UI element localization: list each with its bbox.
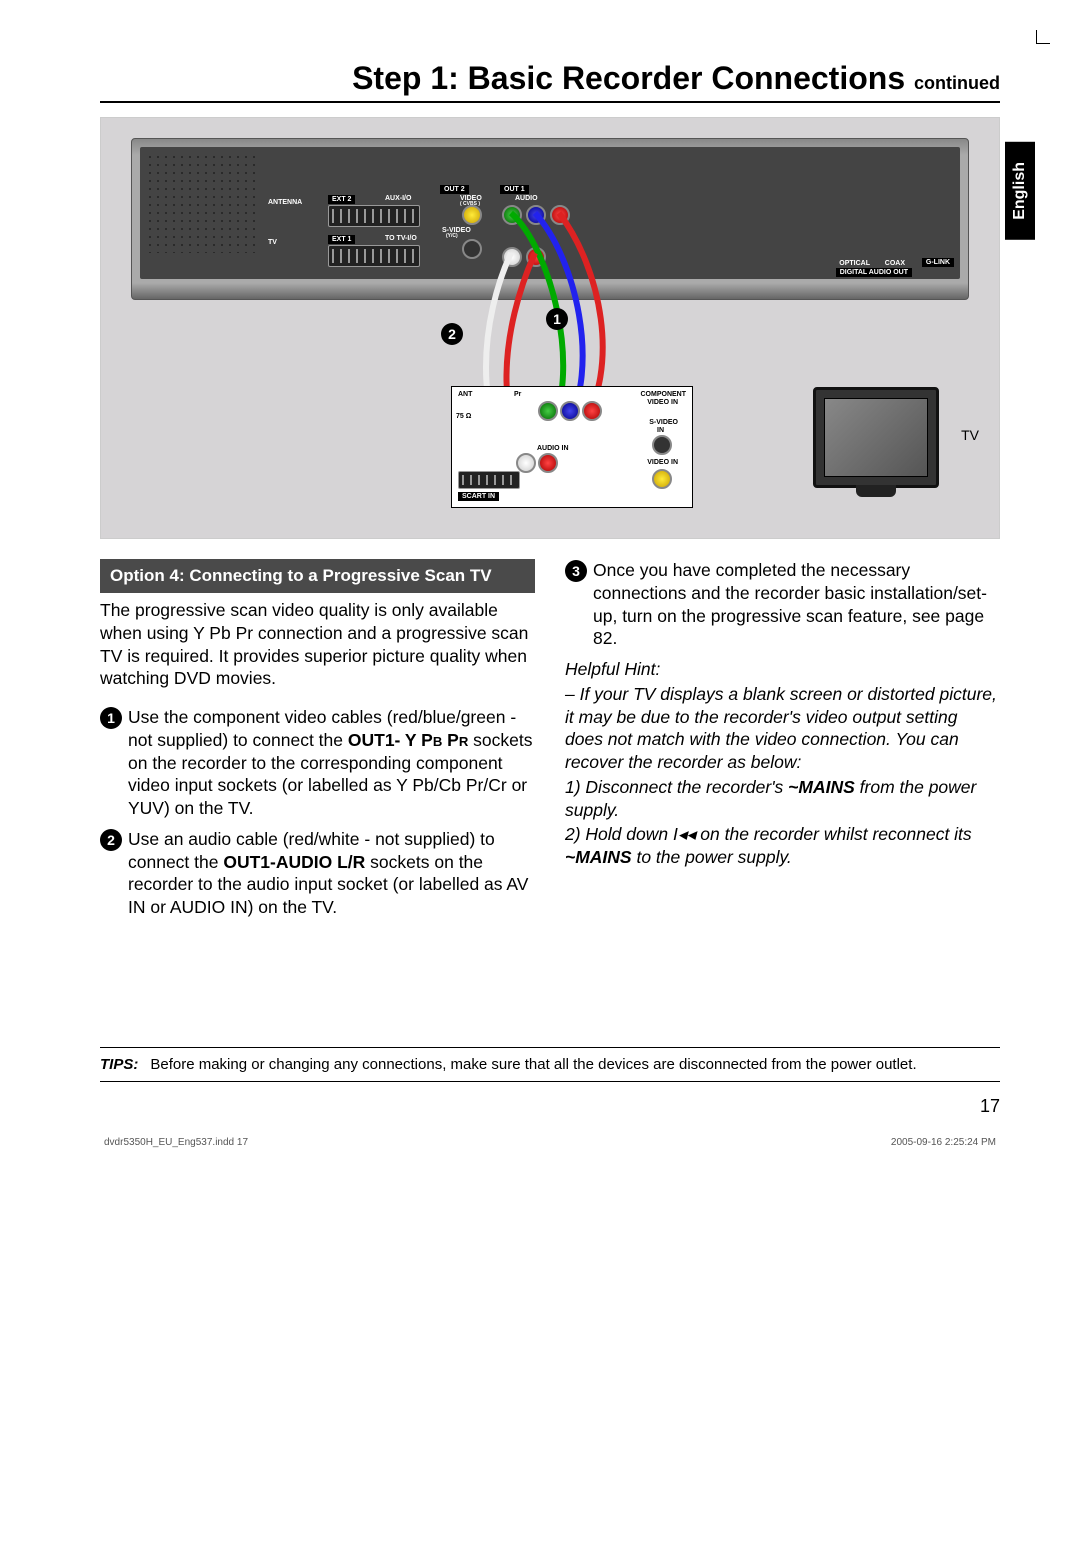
label-ext1: EXT 1 xyxy=(328,235,355,244)
tv-svideo xyxy=(652,435,672,455)
step-3: 3 Once you have completed the necessary … xyxy=(565,559,1000,650)
connection-diagram: ANTENNA TV EXT 2 EXT 1 AUX-I/O TO TV-I/O… xyxy=(100,117,1000,539)
step-2: 2 Use an audio cable (red/white - not su… xyxy=(100,828,535,919)
rca-audio-l-out1 xyxy=(502,247,522,267)
label-out1: OUT 1 xyxy=(500,185,529,194)
rca-svideo-out2 xyxy=(462,239,482,259)
rca-y-out1 xyxy=(502,205,522,225)
right-column: 3 Once you have completed the necessary … xyxy=(565,559,1000,927)
tv-label-pr: Pr xyxy=(514,391,521,398)
step-3-text: Once you have completed the necessary co… xyxy=(593,559,1000,650)
title-main: Step 1: Basic Recorder Connections xyxy=(352,60,914,96)
tv-rca-pb xyxy=(560,401,580,421)
label-aux: AUX-I/O xyxy=(385,195,411,202)
intro-paragraph: The progressive scan video quality is on… xyxy=(100,599,535,690)
tv-input-panel: ANT 75 Ω Pr COMPONENT VIDEO IN S-VIDEO I… xyxy=(451,386,693,508)
option-heading: Option 4: Connecting to a Progressive Sc… xyxy=(100,559,535,593)
label-antenna: ANTENNA xyxy=(268,199,302,206)
manual-page: Step 1: Basic Recorder Connections conti… xyxy=(0,0,1080,1188)
label-totv: TO TV-I/O xyxy=(385,235,417,242)
title-continued: continued xyxy=(914,73,1000,93)
rca-pr-out1 xyxy=(550,205,570,225)
tv-label-75: 75 Ω xyxy=(456,413,471,420)
title-rule xyxy=(100,101,1000,103)
label-dao: DIGITAL AUDIO OUT xyxy=(836,268,912,277)
hint-2: 1) Disconnect the recorder's ~MAINS from… xyxy=(565,776,1000,822)
vent-grille xyxy=(146,153,256,253)
tv-text-label: TV xyxy=(961,427,979,443)
tv-rca-pr xyxy=(582,401,602,421)
label-glink: G-LINK xyxy=(922,258,954,267)
hint-1: – If your TV displays a blank screen or … xyxy=(565,683,1000,774)
scart-ext2 xyxy=(328,205,420,227)
rca-pb-out1 xyxy=(526,205,546,225)
step-1-number: 1 xyxy=(100,707,122,729)
print-footer: dvdr5350H_EU_Eng537.indd 17 2005-09-16 2… xyxy=(100,1137,1000,1148)
tv-rca-video xyxy=(652,469,672,489)
diagram-callout-2: 2 xyxy=(441,323,463,345)
rewind-icon: I◂◂ xyxy=(673,824,695,844)
text-columns: Option 4: Connecting to a Progressive Sc… xyxy=(100,559,1000,927)
tv-rca-audio-l xyxy=(516,453,536,473)
recorder-back-panel: ANTENNA TV EXT 2 EXT 1 AUX-I/O TO TV-I/O… xyxy=(131,138,969,300)
tv-label-svideo: S-VIDEO xyxy=(649,419,678,426)
tv-label-in: IN xyxy=(657,427,664,434)
step-1: 1 Use the component video cables (red/bl… xyxy=(100,706,535,820)
label-audio: AUDIO xyxy=(515,195,538,202)
label-optical: OPTICAL xyxy=(839,260,870,267)
diagram-callout-1: 1 xyxy=(546,308,568,330)
rca-video-out2 xyxy=(462,205,482,225)
tv-label-audioin: AUDIO IN xyxy=(537,445,569,452)
tv-label-component: COMPONENT xyxy=(641,391,687,398)
tv-rca-y xyxy=(538,401,558,421)
language-tab: English xyxy=(1005,142,1035,240)
hint-label: Helpful Hint: xyxy=(565,658,1000,681)
label-yc: (Y/C) xyxy=(446,233,458,239)
left-column: Option 4: Connecting to a Progressive Sc… xyxy=(100,559,535,927)
tv-scart xyxy=(458,471,520,489)
label-out2: OUT 2 xyxy=(440,185,469,194)
label-tv: TV xyxy=(268,239,277,246)
footer-timestamp: 2005-09-16 2:25:24 PM xyxy=(891,1137,996,1148)
tv-label-videoin: VIDEO IN xyxy=(647,399,678,406)
tips-footer: TIPS: Before making or changing any conn… xyxy=(100,1047,1000,1082)
scart-ext1 xyxy=(328,245,420,267)
tv-monitor-icon xyxy=(813,387,939,488)
tv-rca-audio-r xyxy=(538,453,558,473)
tv-label-scartin: SCART IN xyxy=(458,492,499,501)
footer-file: dvdr5350H_EU_Eng537.indd 17 xyxy=(104,1137,248,1148)
step-3-number: 3 xyxy=(565,560,587,582)
page-title: Step 1: Basic Recorder Connections conti… xyxy=(100,60,1000,97)
step-2-number: 2 xyxy=(100,829,122,851)
tips-text: Before making or changing any connection… xyxy=(150,1056,916,1073)
step-1-text: Use the component video cables (red/blue… xyxy=(128,706,535,820)
hint-3: 2) Hold down I◂◂ on the recorder whilst … xyxy=(565,823,1000,869)
label-ext2: EXT 2 xyxy=(328,195,355,204)
tv-label-ant: ANT xyxy=(458,391,472,398)
step-2-text: Use an audio cable (red/white - not supp… xyxy=(128,828,535,919)
tv-label-videoin2: VIDEO IN xyxy=(647,459,678,466)
page-number: 17 xyxy=(100,1096,1000,1117)
label-coax: COAX xyxy=(885,260,905,267)
rca-audio-r-out1 xyxy=(526,247,546,267)
tips-label: TIPS: xyxy=(100,1056,138,1073)
